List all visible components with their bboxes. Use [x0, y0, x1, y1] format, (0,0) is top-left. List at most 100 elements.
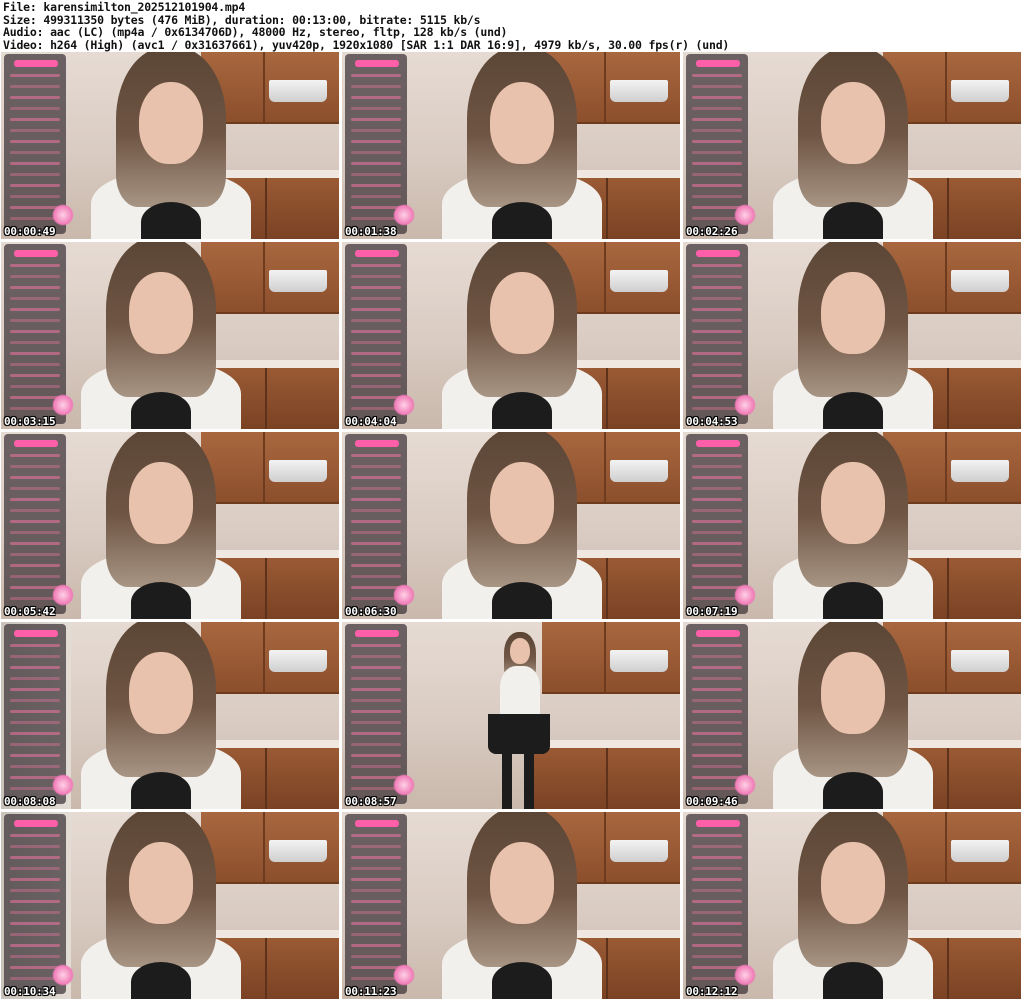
overlay-row [10, 162, 60, 165]
overlay-row [351, 911, 401, 914]
thumbnail-timestamp: 00:09:46 [686, 795, 738, 808]
thumbnail-timestamp: 00:00:49 [4, 225, 56, 238]
lovense-logo [14, 440, 58, 447]
overlay-row [10, 688, 60, 691]
overlay-row [10, 487, 60, 490]
overlay-row [351, 520, 401, 523]
overlay-row [692, 275, 742, 278]
thumbnail-timestamp: 00:04:04 [345, 415, 397, 428]
lovense-logo [14, 60, 58, 67]
thumbnail-timestamp: 00:07:19 [686, 605, 738, 618]
overlay-row [351, 341, 401, 344]
overlay-row [351, 118, 401, 121]
overlay-row [351, 151, 401, 154]
lovense-logo [696, 60, 740, 67]
overlay-row [351, 699, 401, 702]
overlay-row [692, 933, 742, 936]
overlay-row [10, 834, 60, 837]
lovense-logo [355, 440, 399, 447]
overlay-row [692, 85, 742, 88]
video-thumbnail[interactable]: 00:08:08 [1, 622, 339, 809]
overlay-row [692, 264, 742, 267]
lovense-logo [14, 820, 58, 827]
lovense-overlay [686, 244, 756, 424]
overlay-row [10, 374, 60, 377]
overlay-row [10, 520, 60, 523]
overlay-row [692, 878, 742, 881]
overlay-row [10, 867, 60, 870]
overlay-row [692, 944, 742, 947]
overlay-row [351, 933, 401, 936]
overlay-row [10, 944, 60, 947]
flower-icon [393, 204, 415, 226]
overlay-row [10, 140, 60, 143]
thumbnail-timestamp: 00:01:38 [345, 225, 397, 238]
video-thumbnail[interactable]: 00:07:19 [683, 432, 1021, 619]
video-thumbnail[interactable]: 00:02:26 [683, 52, 1021, 239]
video-thumbnail[interactable]: 00:04:04 [342, 242, 680, 429]
overlay-row [692, 341, 742, 344]
overlay-row [692, 867, 742, 870]
flower-icon [52, 584, 74, 606]
overlay-row [10, 889, 60, 892]
video-thumbnail[interactable]: 00:09:46 [683, 622, 1021, 809]
overlay-row [692, 465, 742, 468]
overlay-row [351, 765, 401, 768]
overlay-row [351, 955, 401, 958]
video-thumbnail[interactable]: 00:06:30 [342, 432, 680, 619]
file-info-header: File: karensimilton_202512101904.mp4 Siz… [3, 1, 1021, 51]
overlay-row [10, 74, 60, 77]
overlay-row [351, 385, 401, 388]
overlay-row [692, 845, 742, 848]
overlay-row [692, 531, 742, 534]
overlay-row [10, 96, 60, 99]
video-thumbnail[interactable]: 00:05:42 [1, 432, 339, 619]
video-thumbnail[interactable]: 00:00:49 [1, 52, 339, 239]
video-thumbnail[interactable]: 00:11:23 [342, 812, 680, 999]
flower-icon [52, 394, 74, 416]
overlay-row [692, 710, 742, 713]
overlay-row [351, 889, 401, 892]
thumbnail-timestamp: 00:02:26 [686, 225, 738, 238]
video-thumbnail[interactable]: 00:01:38 [342, 52, 680, 239]
overlay-row [351, 454, 401, 457]
overlay-row [692, 743, 742, 746]
lovense-logo [696, 250, 740, 257]
overlay-row [692, 476, 742, 479]
overlay-row [692, 487, 742, 490]
video-thumbnail[interactable]: 00:03:15 [1, 242, 339, 429]
overlay-row [692, 129, 742, 132]
thumbnail-timestamp: 00:08:08 [4, 795, 56, 808]
flower-icon [734, 204, 756, 226]
overlay-row [10, 743, 60, 746]
overlay-row [10, 765, 60, 768]
overlay-row [351, 297, 401, 300]
overlay-row [351, 721, 401, 724]
overlay-row [692, 330, 742, 333]
video-thumbnail[interactable]: 00:04:53 [683, 242, 1021, 429]
file-name-line: File: karensimilton_202512101904.mp4 [3, 0, 246, 14]
overlay-row [10, 644, 60, 647]
overlay-row [351, 363, 401, 366]
overlay-row [692, 699, 742, 702]
thumbnail-grid: 00:00:49 00:01:38 00:02:26 00:03:15 00:04:04… [1, 52, 1024, 1003]
overlay-row [692, 911, 742, 914]
overlay-row [692, 195, 742, 198]
lovense-overlay [4, 624, 74, 804]
overlay-row [692, 498, 742, 501]
overlay-row [692, 140, 742, 143]
overlay-row [351, 754, 401, 757]
video-thumbnail[interactable]: 00:08:57 [342, 622, 680, 809]
video-thumbnail[interactable]: 00:10:34 [1, 812, 339, 999]
overlay-row [692, 308, 742, 311]
overlay-row [692, 922, 742, 925]
overlay-row [351, 184, 401, 187]
overlay-row [10, 732, 60, 735]
overlay-row [692, 96, 742, 99]
overlay-row [351, 330, 401, 333]
overlay-row [351, 264, 401, 267]
lovense-logo [696, 630, 740, 637]
overlay-row [10, 275, 60, 278]
video-thumbnail[interactable]: 00:12:12 [683, 812, 1021, 999]
overlay-row [351, 531, 401, 534]
